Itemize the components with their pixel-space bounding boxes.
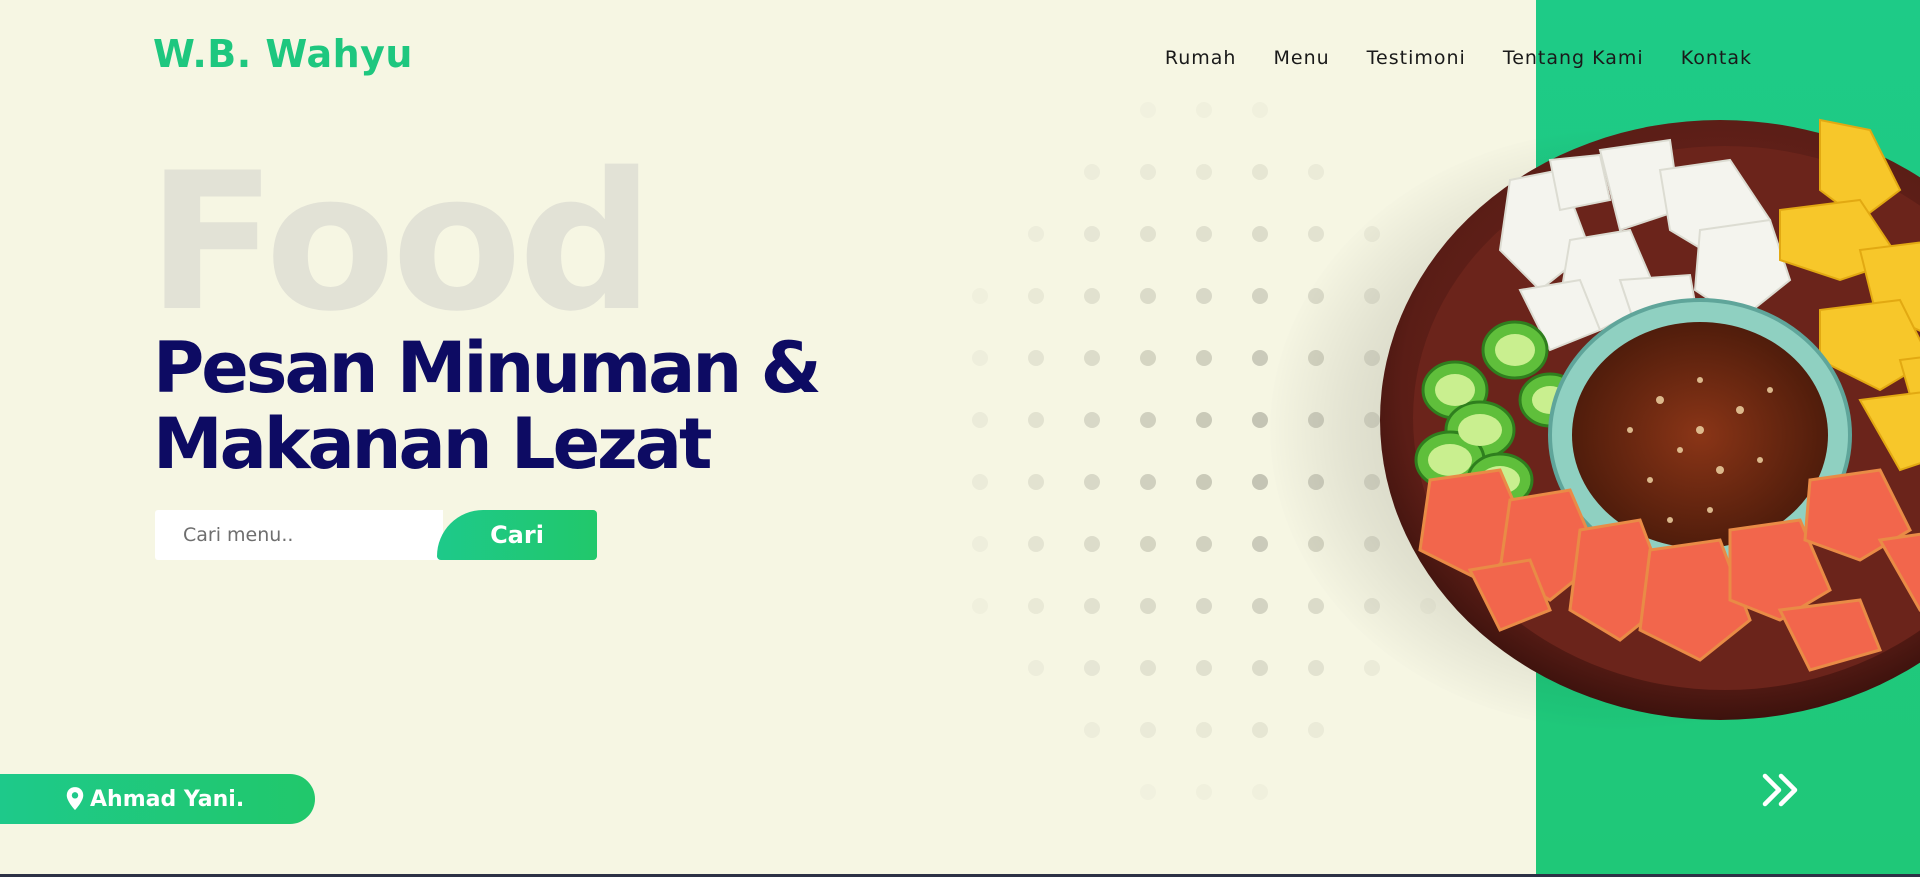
decorative-dot [1252,722,1268,738]
decorative-dot [972,350,988,366]
decorative-dot [972,598,988,614]
decorative-dot [1140,412,1156,428]
nav-item-kontak[interactable]: Kontak [1681,47,1752,69]
brand-logo[interactable]: W.B. Wahyu [153,32,413,76]
decorative-dot [1084,722,1100,738]
decorative-dot [1196,722,1212,738]
decorative-dot [1140,350,1156,366]
decorative-dot [1084,474,1100,490]
decorative-dot [1028,412,1044,428]
decorative-dot [1140,164,1156,180]
decorative-dot [1252,474,1268,490]
location-label: Ahmad Yani. [90,786,245,812]
search-form: Cari [155,510,597,560]
decorative-dot [1140,598,1156,614]
decorative-dot [1084,536,1100,552]
decorative-dot [1252,350,1268,366]
decorative-dot [1084,598,1100,614]
decorative-dot [1084,226,1100,242]
decorative-dot [1028,536,1044,552]
decorative-dot [1252,536,1268,552]
decorative-dot [1252,660,1268,676]
location-badge[interactable]: Ahmad Yani. [0,774,315,824]
decorative-dot [1196,784,1212,800]
decorative-dot [1028,350,1044,366]
search-input[interactable] [155,510,443,560]
hero-background-word: Food [147,132,654,353]
decorative-dot [1140,226,1156,242]
decorative-dot [1028,226,1044,242]
nav-item-testimoni[interactable]: Testimoni [1367,47,1466,69]
fruit-rujak-plate-image [1380,118,1920,720]
hero-headline: Pesan Minuman & Makanan Lezat [153,327,822,485]
main-nav: Rumah Menu Testimoni Tentang Kami Kontak [1165,47,1752,69]
double-chevron-right-icon[interactable] [1761,772,1801,808]
decorative-dot [1028,288,1044,304]
decorative-dot [1028,660,1044,676]
decorative-dot [972,536,988,552]
decorative-dot [1084,164,1100,180]
decorative-dot [1196,536,1212,552]
decorative-dot [1252,226,1268,242]
decorative-dot [1084,350,1100,366]
decorative-dot [1196,164,1212,180]
decorative-dot [1028,474,1044,490]
decorative-dot [1252,598,1268,614]
decorative-dot [1140,288,1156,304]
decorative-dot [1196,660,1212,676]
nav-item-rumah[interactable]: Rumah [1165,47,1237,69]
decorative-dot [1196,350,1212,366]
decorative-dot [1084,412,1100,428]
landing-page: W.B. Wahyu Rumah Menu Testimoni Tentang … [0,0,1920,877]
decorative-dot [1196,598,1212,614]
decorative-dot [1252,412,1268,428]
decorative-dot [1196,226,1212,242]
decorative-dot [1140,474,1156,490]
decorative-dot [1140,102,1156,118]
decorative-dot [1308,722,1324,738]
decorative-dot [1196,474,1212,490]
decorative-dot [1140,536,1156,552]
decorative-dot [1252,102,1268,118]
decorative-dot [972,412,988,428]
nav-item-menu[interactable]: Menu [1273,47,1329,69]
decorative-dot [1140,722,1156,738]
decorative-dot [1140,784,1156,800]
decorative-dot [1196,288,1212,304]
decorative-dot [1252,288,1268,304]
decorative-dot [1196,412,1212,428]
decorative-dot [1084,660,1100,676]
search-button[interactable]: Cari [437,510,597,560]
headline-line-1: Pesan Minuman & [153,327,822,409]
decorative-dot [1084,288,1100,304]
nav-item-tentang-kami[interactable]: Tentang Kami [1503,47,1644,69]
decorative-dot [972,474,988,490]
decorative-dot [1252,164,1268,180]
map-pin-icon [66,787,84,810]
decorative-dot [1028,598,1044,614]
headline-line-2: Makanan Lezat [153,403,712,485]
decorative-dot [1196,102,1212,118]
decorative-dot [1252,784,1268,800]
decorative-dot [1140,660,1156,676]
decorative-dot [972,288,988,304]
